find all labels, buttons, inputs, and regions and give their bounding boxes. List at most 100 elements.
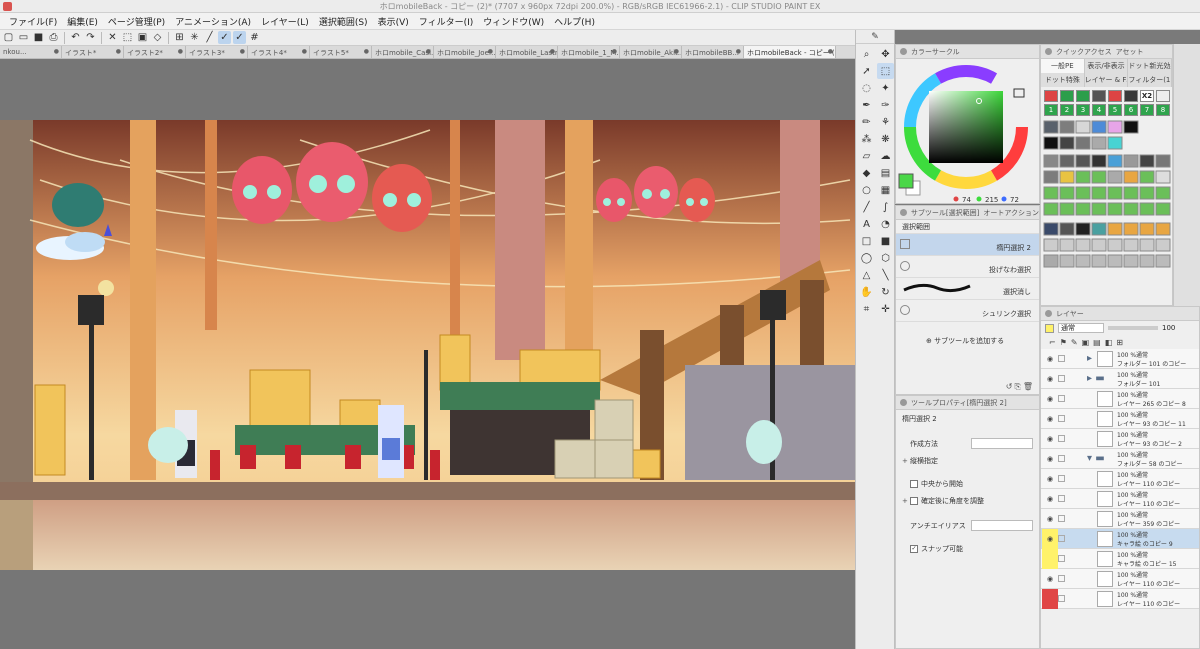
tab-document[interactable]: イラスト4* [248,46,310,58]
menu-edit[interactable]: 編集(E) [62,15,103,28]
subtool-erase-select[interactable]: 選択消し [896,278,1039,300]
qa-number-4[interactable]: 4 [1092,104,1106,116]
qa-tab-general[interactable]: 一般PE [1041,59,1085,73]
qa-action-cell[interactable] [1060,90,1074,102]
lock-checkbox[interactable] [1058,435,1065,442]
adjust-angle-checkbox[interactable] [910,496,918,505]
eye-icon[interactable]: ◉ [1042,349,1058,369]
ruler-display-icon[interactable]: ⊞ [1116,338,1123,347]
artwork-canvas[interactable] [0,120,855,570]
layer-row[interactable]: ◉ 100 %通常 レイヤー 110 のコピー [1041,469,1199,489]
shape-circle-icon[interactable]: ◯ [858,250,875,266]
lock-icon[interactable]: ▣ [1082,338,1090,347]
tab-document[interactable]: ホロmobile_1_M... [558,46,620,58]
snap-checkbox[interactable]: ✓ [910,544,918,553]
qa-number-7[interactable]: 7 [1140,104,1154,116]
panel-menu-icon[interactable] [900,48,907,55]
airbrush-icon[interactable]: ⁂ [858,131,875,147]
clear-icon[interactable]: ✕ [106,31,119,44]
qa-action-cell[interactable] [1076,90,1090,102]
snap-row[interactable]: ✓ スナップ可能 [896,540,1039,557]
selection-icon[interactable]: ⬚ [877,63,894,79]
lock-checkbox[interactable] [1058,355,1065,362]
qa-number-3[interactable]: 3 [1076,104,1090,116]
color-wheel[interactable]: 74 215 72 [896,59,1040,204]
qa-x2-button[interactable]: X2 [1140,90,1154,102]
lock-transparent-icon[interactable]: ▤ [1093,338,1101,347]
eyedropper-icon[interactable]: ✒ [858,97,875,113]
snap-perspective-icon[interactable]: ✓ [233,31,246,44]
canvas-area[interactable] [0,59,855,649]
lock-checkbox[interactable] [1058,595,1065,602]
qa-number-8[interactable]: 8 [1156,104,1170,116]
eye-icon[interactable]: ◉ [1042,529,1058,549]
qa-action-cell[interactable] [1108,90,1122,102]
lock-checkbox[interactable] [1058,475,1065,482]
tab-document[interactable]: ホロmobile_Lastr... [496,46,558,58]
menu-window[interactable]: ウィンドウ(W) [478,15,549,28]
qa-number-5[interactable]: 5 [1108,104,1122,116]
layer-row[interactable]: ◉ 100 %通常 レイヤー 110 のコピー [1041,569,1199,589]
qa-tab-dot-special[interactable]: ドット特殊 [1041,73,1085,87]
snap-ruler-active-icon[interactable]: ✓ [218,31,231,44]
panel-menu-icon[interactable] [900,399,907,406]
pencil-icon[interactable]: ✏ [858,114,875,130]
autoaction-tab[interactable]: オートアクション [983,208,1039,218]
clip-icon[interactable]: ⌐ [1049,338,1056,347]
eye-icon[interactable]: ◉ [1042,369,1058,389]
subtool-group-selection[interactable]: 選択範囲 [896,220,1039,234]
save-icon[interactable]: ■ [32,31,45,44]
menu-layer[interactable]: レイヤー(L) [256,15,314,28]
lock-checkbox[interactable] [1058,415,1065,422]
layer-row[interactable]: ◉ ▾ ▬ 100 %通常 フォルダー 58 のコピー [1041,449,1199,469]
snap-special-icon[interactable]: ✳ [188,31,201,44]
decoration-icon[interactable]: ❋ [877,131,894,147]
layer-row-active[interactable]: ◉ 100 %通常 キャラ絵 のコピー 9 [1041,529,1199,549]
eye-icon[interactable]: ◉ [1042,509,1058,529]
open-icon[interactable]: ▭ [17,31,30,44]
layer-color-swatch[interactable] [1045,323,1054,333]
qa-tab-filter[interactable]: フィルター(1) [1128,73,1172,87]
redo-icon[interactable]: ↷ [84,31,97,44]
subtool-shrink-select[interactable]: シュリンク選択 [896,300,1039,322]
lock-checkbox[interactable] [1058,395,1065,402]
layer-row[interactable]: ◉ ▸ ▬ 100 %通常 フォルダー 101 [1041,369,1199,389]
mask-icon[interactable]: ◧ [1105,338,1113,347]
shape-square-icon[interactable]: □ [858,233,875,249]
expand-icon[interactable]: + [902,497,910,505]
panel-menu-icon[interactable] [1045,48,1052,55]
crosshair-icon[interactable]: ✛ [877,301,894,317]
qa-tab-dot-light[interactable]: ドット新光効果 [1128,59,1172,73]
eye-icon[interactable]: ◉ [1042,489,1058,509]
rotate-icon[interactable]: ↻ [877,284,894,300]
layer-row[interactable]: ◉ 100 %通常 レイヤー 93 のコピー 11 [1041,409,1199,429]
balloon-icon[interactable]: ◔ [877,216,894,232]
menu-help[interactable]: ヘルプ(H) [549,15,600,28]
tool-bar-grip[interactable]: ✎ [856,30,894,44]
menu-filter[interactable]: フィルター(I) [414,15,479,28]
auto-select-icon[interactable]: ✦ [877,80,894,96]
from-center-row[interactable]: 中央から開始 [896,475,1039,492]
panel-menu-icon[interactable] [1045,310,1052,317]
new-file-icon[interactable]: ▢ [2,31,15,44]
qa-tab-visibility[interactable]: 表示/非表示 [1084,59,1129,73]
tab-document[interactable]: ホロmobile_Casi... [372,46,434,58]
gradient-icon[interactable]: ▤ [877,165,894,181]
blend-icon[interactable]: ☁ [877,148,894,164]
asset-tab[interactable]: アセット [1116,47,1144,57]
lock-checkbox[interactable] [1058,495,1065,502]
menu-selection[interactable]: 選択範囲(S) [314,15,373,28]
shape-hexagon-icon[interactable]: ⬡ [877,250,894,266]
lasso-icon[interactable]: ◌ [858,80,875,96]
tab-document[interactable]: ホロmobileBB... [682,46,744,58]
grid-icon[interactable]: # [248,31,261,44]
qa-action-cell[interactable] [1092,90,1106,102]
quick-access-icon-grid[interactable] [1041,119,1173,279]
menu-view[interactable]: 表示(V) [373,15,414,28]
tab-document[interactable]: イラスト5* [310,46,372,58]
lock-checkbox[interactable] [1058,515,1065,522]
tab-document[interactable]: ホロmobile_Joe... [434,46,496,58]
lock-checkbox[interactable] [1058,555,1065,562]
eye-icon[interactable]: ◉ [1042,569,1058,589]
print-icon[interactable]: ⎙ [47,31,60,44]
